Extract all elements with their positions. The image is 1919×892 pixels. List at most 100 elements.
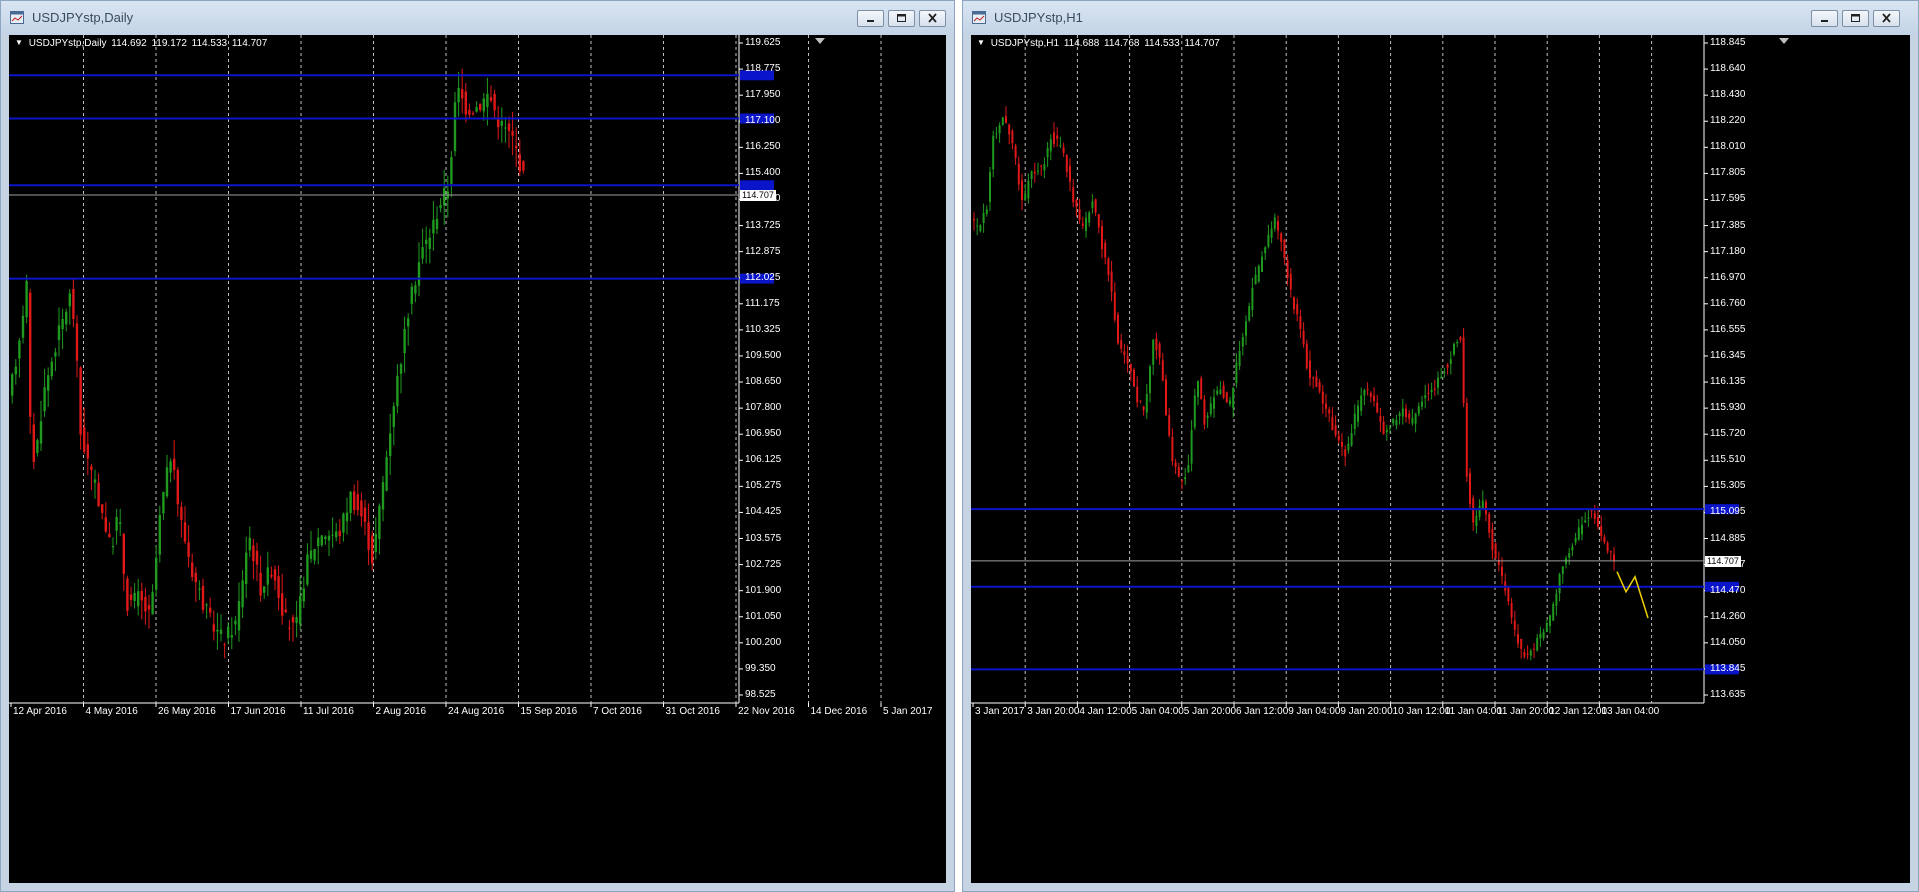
candle — [1344, 445, 1347, 467]
price-chart[interactable]: ▼ USDJPYstp,Daily 114.692 119.172 114.53… — [9, 35, 946, 883]
candle — [1120, 333, 1123, 353]
candle — [1360, 387, 1363, 416]
candle — [1401, 398, 1404, 425]
candle — [1225, 391, 1228, 404]
minimize-button[interactable] — [857, 10, 884, 27]
candle — [1581, 516, 1583, 541]
candle — [367, 503, 370, 566]
date-label: 26 May 2016 — [158, 706, 216, 717]
candle — [1113, 282, 1116, 323]
maximize-button[interactable] — [1842, 10, 1869, 27]
candle — [1145, 384, 1148, 419]
candle — [1177, 462, 1180, 478]
candle — [1347, 436, 1350, 454]
candle — [1014, 143, 1017, 165]
candle — [1277, 215, 1279, 240]
candle — [1565, 555, 1567, 569]
candle — [1440, 367, 1443, 379]
candle — [457, 71, 460, 117]
candle — [57, 307, 61, 357]
candle — [1593, 504, 1596, 525]
candle — [1129, 363, 1132, 382]
candle — [1469, 467, 1471, 510]
candle — [263, 586, 266, 599]
candle — [439, 198, 442, 213]
candle — [1216, 386, 1219, 396]
shift-marker-icon[interactable] — [815, 38, 825, 44]
candle — [101, 504, 104, 520]
date-label: 3 Jan 20:00 — [1027, 706, 1080, 717]
candle — [1382, 416, 1385, 435]
candle — [1155, 332, 1158, 360]
candle — [1574, 532, 1577, 546]
minimize-button[interactable] — [1811, 10, 1838, 27]
candle — [1251, 277, 1254, 318]
chart-window-h1[interactable]: USDJPYstp,H1 ▼ USDJPYstp,H1 114.688 114.… — [962, 0, 1919, 892]
candle — [129, 586, 133, 607]
candle — [1174, 458, 1177, 475]
date-label: 2 Aug 2016 — [375, 706, 427, 717]
candle — [421, 228, 424, 264]
candle — [270, 566, 273, 579]
candle — [1139, 400, 1142, 404]
candle — [345, 497, 349, 535]
maximize-button[interactable] — [888, 10, 915, 27]
candle — [1488, 511, 1491, 539]
close-value: 114.707 — [231, 38, 268, 49]
date-label: 9 Jan 04:00 — [1288, 706, 1341, 717]
candle — [1117, 312, 1119, 345]
title-bar[interactable]: USDJPYstp,Daily — [1, 1, 954, 35]
level-price-tag — [1705, 581, 1739, 592]
candle — [1437, 371, 1439, 395]
candle — [989, 167, 991, 212]
candle — [1187, 454, 1190, 473]
close-button[interactable] — [1873, 10, 1900, 27]
date-label: 5 Jan 20:00 — [1183, 706, 1237, 717]
candle — [191, 553, 194, 582]
candle — [187, 525, 190, 568]
close-button[interactable] — [919, 10, 946, 27]
chart-window-daily[interactable]: USDJPYstp,Daily ▼ USDJPYstp,Daily 114.69… — [0, 0, 955, 892]
candle — [973, 212, 975, 231]
low-value: 114.533 — [191, 38, 228, 49]
candle — [1229, 396, 1231, 407]
candle — [1165, 374, 1167, 416]
date-label: 4 Jan 12:00 — [1079, 706, 1132, 717]
candle — [1184, 468, 1187, 485]
candle — [1504, 573, 1507, 596]
candle — [144, 587, 147, 625]
candle — [1376, 394, 1379, 414]
candle — [507, 116, 511, 148]
candle — [327, 530, 331, 557]
candle — [1398, 411, 1401, 425]
candle — [1571, 543, 1574, 557]
candle — [331, 517, 334, 548]
level-price-tag — [740, 273, 774, 284]
candle — [248, 526, 251, 558]
date-label: 9 Jan 20:00 — [1340, 706, 1393, 717]
chart-menu-arrow-icon[interactable]: ▼ — [977, 38, 985, 47]
candle — [288, 619, 291, 641]
candle — [1107, 257, 1110, 282]
candle — [50, 357, 53, 380]
close-icon — [1882, 13, 1891, 23]
candle — [223, 642, 226, 659]
shift-marker-icon[interactable] — [1779, 38, 1789, 44]
chart-menu-arrow-icon[interactable]: ▼ — [15, 38, 23, 47]
candle — [1555, 588, 1558, 616]
candle — [1030, 170, 1033, 189]
candle — [140, 582, 143, 620]
price-chart[interactable]: ▼ USDJPYstp,H1 114.688 114.768 114.533 1… — [971, 35, 1910, 883]
projection-line[interactable] — [1616, 571, 1649, 619]
candle — [1209, 396, 1212, 417]
candle — [1459, 335, 1462, 343]
candle — [72, 278, 75, 327]
candle — [97, 473, 100, 507]
candle — [1600, 515, 1603, 542]
candle — [29, 288, 32, 434]
candle — [1133, 367, 1135, 387]
candle — [86, 431, 89, 476]
candle — [1433, 379, 1436, 397]
candle — [1152, 339, 1155, 375]
title-bar[interactable]: USDJPYstp,H1 — [963, 1, 1918, 35]
